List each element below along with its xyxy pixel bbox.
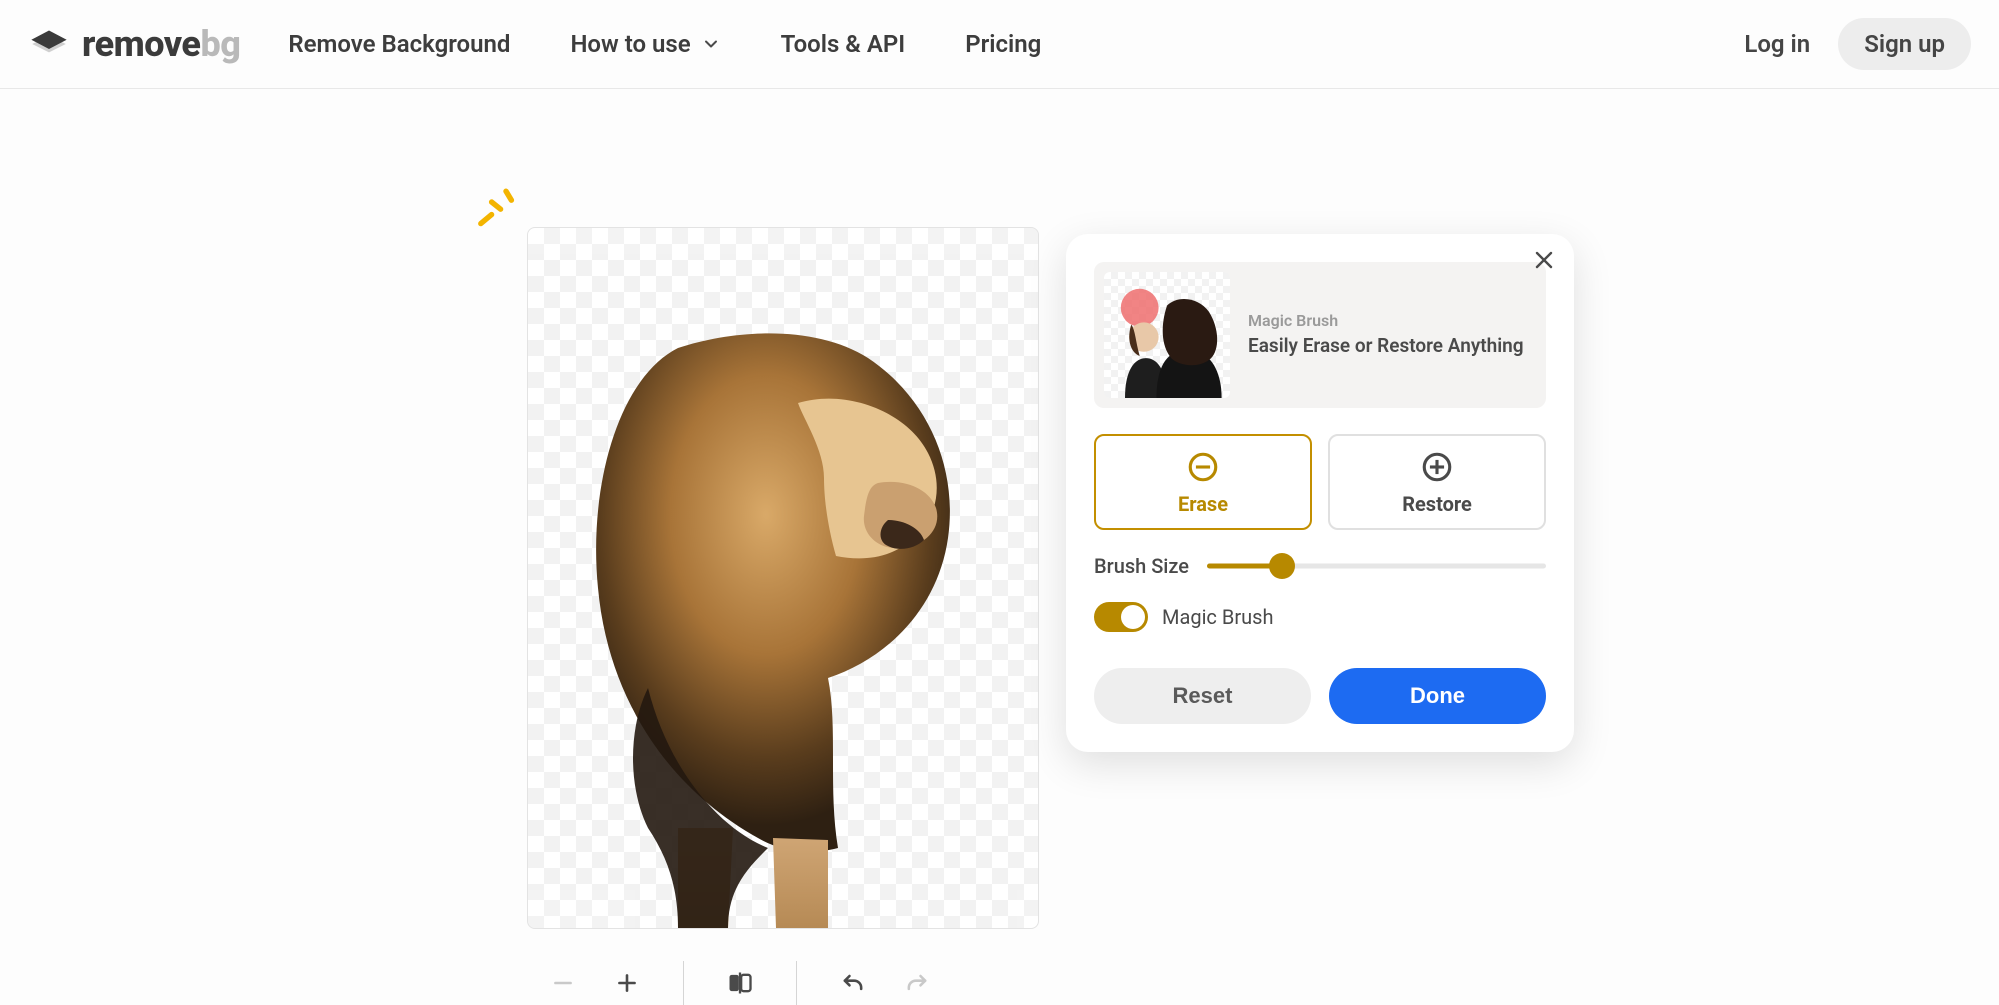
login-link[interactable]: Log in [1744, 30, 1810, 58]
mode-erase-label: Erase [1178, 492, 1228, 516]
editor-stage: Magic Brush Easily Erase or Restore Anyt… [0, 89, 1999, 959]
header: removebg Remove Background How to use To… [0, 0, 1999, 89]
magic-brush-toggle-row: Magic Brush [1094, 602, 1546, 632]
toolbar-separator [683, 961, 684, 1005]
done-button[interactable]: Done [1329, 668, 1546, 724]
undo-button[interactable] [835, 965, 871, 1001]
logo[interactable]: removebg [28, 23, 240, 65]
panel-actions: Reset Done [1094, 668, 1546, 724]
magic-brush-hint-card: Magic Brush Easily Erase or Restore Anyt… [1094, 262, 1546, 408]
nav-remove-background[interactable]: Remove Background [288, 30, 510, 58]
main-nav: Remove Background How to use Tools & API… [288, 30, 1041, 58]
signup-button[interactable]: Sign up [1838, 18, 1971, 70]
close-button[interactable] [1532, 248, 1556, 276]
canvas-toolbar [545, 961, 935, 1005]
brush-size-row: Brush Size [1094, 552, 1546, 580]
nav-tools-api[interactable]: Tools & API [781, 30, 906, 58]
magic-brush-thumbnail [1104, 272, 1230, 398]
brush-size-label: Brush Size [1094, 554, 1189, 578]
zoom-out-button[interactable] [545, 965, 581, 1001]
logo-wordmark: removebg [82, 23, 240, 65]
image-subject [528, 228, 1038, 928]
mode-restore-label: Restore [1402, 492, 1472, 516]
mode-erase[interactable]: Erase [1094, 434, 1312, 530]
header-auth: Log in Sign up [1744, 18, 1971, 70]
magic-brush-title: Magic Brush [1248, 311, 1524, 330]
sparkle-accent-icon [470, 184, 524, 242]
magic-brush-panel: Magic Brush Easily Erase or Restore Anyt… [1066, 234, 1574, 752]
mode-selector: Erase Restore [1094, 434, 1546, 530]
magic-brush-toggle[interactable] [1094, 602, 1148, 632]
reset-button[interactable]: Reset [1094, 668, 1311, 724]
logo-icon [28, 23, 70, 65]
compare-button[interactable] [722, 965, 758, 1001]
magic-brush-subtitle: Easily Erase or Restore Anything [1248, 334, 1524, 359]
erase-icon [1186, 450, 1220, 484]
zoom-in-button[interactable] [609, 965, 645, 1001]
toolbar-separator [796, 961, 797, 1005]
mode-restore[interactable]: Restore [1328, 434, 1546, 530]
restore-icon [1420, 450, 1454, 484]
image-canvas[interactable] [527, 227, 1039, 929]
nav-how-to-use[interactable]: How to use [570, 30, 720, 58]
nav-pricing[interactable]: Pricing [965, 30, 1041, 58]
redo-button[interactable] [899, 965, 935, 1001]
brush-size-slider[interactable] [1207, 552, 1546, 580]
magic-brush-toggle-label: Magic Brush [1162, 605, 1273, 629]
chevron-down-icon [701, 34, 721, 54]
